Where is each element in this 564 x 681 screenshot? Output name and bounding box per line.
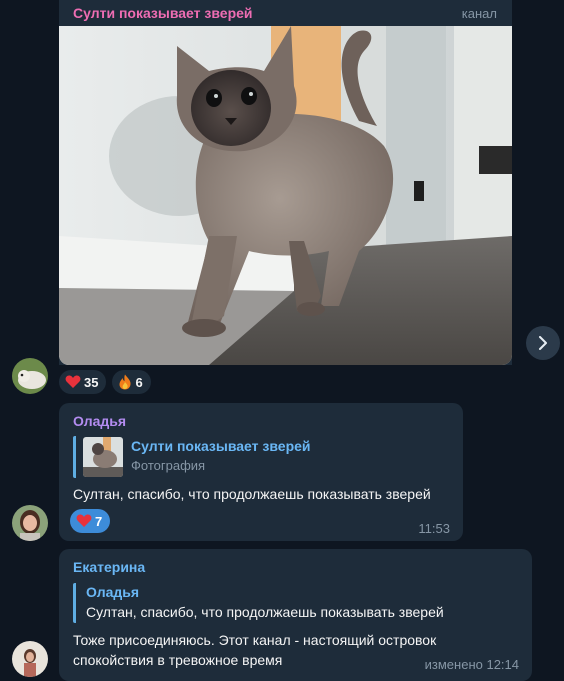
channel-post[interactable]: Султи показывает зверей канал [59, 0, 512, 365]
reply-subtitle: Фотография [131, 458, 206, 473]
fire-icon [119, 374, 132, 390]
message-text-line-1: Тоже присоединяюсь. Этот канал - настоящ… [73, 632, 437, 648]
user-avatar[interactable] [12, 641, 48, 677]
post-reactions: 35 6 [59, 370, 151, 394]
heart-icon [76, 514, 92, 527]
reply-title: Оладья [86, 584, 140, 600]
channel-avatar[interactable] [12, 358, 48, 394]
sender-name[interactable]: Оладья [73, 413, 126, 429]
chevron-right-icon [539, 336, 547, 350]
user-avatar[interactable] [12, 505, 48, 541]
reply-quote[interactable]: Султи показывает зверей Фотография [73, 436, 403, 478]
heart-icon [65, 375, 81, 388]
cat-thumbnail-image [83, 437, 123, 477]
reply-quote[interactable]: Оладья Султан, спасибо, что продолжаешь … [73, 583, 483, 623]
reaction-count: 6 [135, 374, 143, 390]
reply-title: Султи показывает зверей [131, 438, 311, 454]
message-time: 11:53 [418, 521, 450, 536]
reaction-count: 7 [95, 513, 103, 529]
woman-avatar-image [12, 641, 48, 677]
message-text-line-2: спокойствия в тревожное время [73, 652, 283, 668]
reaction-count: 35 [84, 374, 99, 390]
channel-name[interactable]: Султи показывает зверей [73, 5, 253, 21]
message-bubble[interactable]: Екатерина Оладья Султан, спасибо, что пр… [59, 549, 532, 681]
post-header: Султи показывает зверей канал [59, 0, 512, 26]
reaction-heart[interactable]: 35 [59, 370, 107, 394]
message-text: Султан, спасибо, что продолжаешь показыв… [73, 486, 431, 502]
sender-name[interactable]: Екатерина [73, 559, 145, 575]
goat-avatar-image [12, 358, 48, 394]
cat-photo-image [59, 26, 512, 365]
reaction-heart[interactable]: 7 [70, 509, 111, 533]
reply-text: Султан, спасибо, что продолжаешь показыв… [86, 604, 444, 620]
message-bubble[interactable]: Оладья Султи показывает зверей Фотографи… [59, 403, 463, 541]
forward-button[interactable] [526, 326, 560, 360]
woman-avatar-image [12, 505, 48, 541]
channel-type-label: канал [461, 6, 497, 21]
message-time: изменено 12:14 [424, 657, 519, 672]
reaction-fire[interactable]: 6 [112, 370, 151, 394]
post-photo[interactable] [59, 26, 512, 365]
reply-thumbnail [83, 437, 123, 477]
